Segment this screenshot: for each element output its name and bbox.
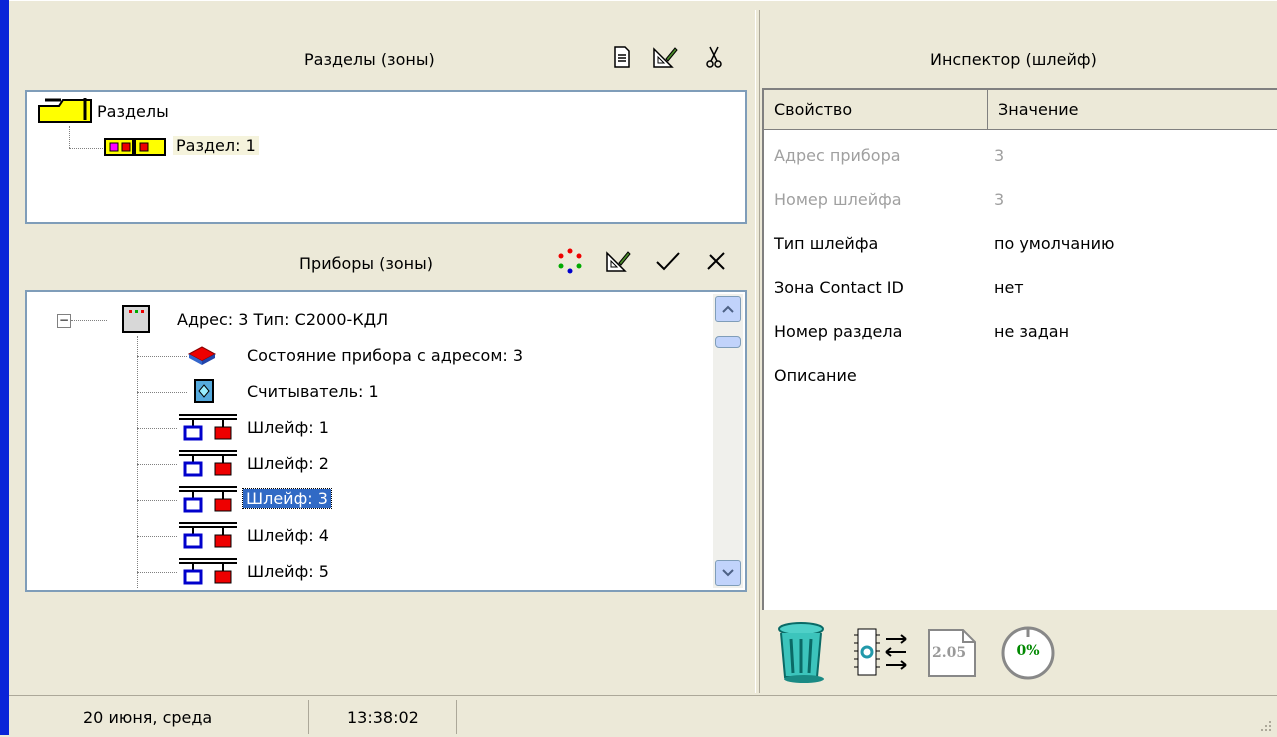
version-file-icon[interactable]: 2.05: [926, 627, 978, 683]
property-name[interactable]: Зона Contact ID: [774, 278, 904, 297]
status-time: 13:38:02: [309, 700, 457, 734]
progress-icon: 0%: [998, 625, 1058, 685]
devices-tree[interactable]: − Адрес: 3 Тип: С2000-КДЛ Состояние приб…: [25, 290, 747, 592]
new-document-icon[interactable]: [609, 44, 635, 70]
tree-line: [137, 572, 177, 573]
property-name[interactable]: Описание: [774, 366, 857, 385]
tree-item[interactable]: Шлейф: 2: [247, 454, 329, 473]
tree-line: [137, 464, 177, 465]
tree-line: [69, 126, 70, 148]
loop-icon: [177, 556, 239, 590]
scroll-up-button[interactable]: [715, 296, 741, 322]
vertical-scrollbar[interactable]: [713, 294, 743, 588]
tree-line: [69, 148, 103, 149]
version-text: 2.05: [932, 645, 967, 661]
property-value[interactable]: по умолчанию: [994, 234, 1114, 253]
tree-item[interactable]: Шлейф: 1: [247, 418, 329, 437]
resize-grip-icon[interactable]: [1259, 718, 1273, 732]
status-date: 20 июня, среда: [9, 700, 309, 734]
tree-line: [137, 392, 187, 393]
property-value[interactable]: нет: [994, 278, 1024, 297]
property-name: Номер шлейфа: [774, 190, 902, 209]
tree-line: [137, 356, 187, 357]
grid-header: Свойство Значение: [764, 90, 1277, 132]
tree-item[interactable]: Шлейф: 5: [247, 562, 329, 581]
scroll-thumb[interactable]: [715, 336, 741, 348]
partitions-root-label[interactable]: Разделы: [97, 102, 169, 121]
device-icon: [121, 304, 151, 338]
inspector-toolbar: 2.05 0%: [760, 615, 1277, 693]
collapse-toggle[interactable]: −: [57, 314, 71, 328]
tree-item[interactable]: Состояние прибора с адресом: 3: [247, 346, 523, 365]
cross-icon[interactable]: [703, 248, 729, 274]
tree-item[interactable]: Шлейф: 4: [247, 526, 329, 545]
property-value: 3: [994, 190, 1005, 209]
partitions-tree[interactable]: Разделы Раздел: 1: [25, 90, 747, 224]
loop-icon: [177, 520, 239, 554]
tree-line: [137, 500, 177, 501]
devices-title: Приборы (зоны): [299, 254, 433, 273]
refresh-cycle-icon[interactable]: [557, 248, 583, 274]
tree-line: [137, 428, 177, 429]
property-name: Адрес прибора: [774, 146, 901, 165]
loop-icon: [177, 412, 239, 446]
property-value: 3: [994, 146, 1005, 165]
partition-item-1[interactable]: Раздел: 1: [173, 136, 259, 155]
edit-ruler-icon[interactable]: [605, 248, 631, 274]
tree-item[interactable]: Считыватель: 1: [247, 382, 379, 401]
loop-icon: [177, 448, 239, 482]
statusbar: 20 июня, среда 13:38:02: [9, 695, 1277, 736]
property-name[interactable]: Тип шлейфа: [774, 234, 878, 253]
tree-item-selected[interactable]: Шлейф: 3: [242, 488, 332, 509]
folder-icon: [37, 96, 93, 128]
column-header-value[interactable]: Значение: [988, 90, 1277, 130]
tree-line: [137, 536, 177, 537]
tree-line: [137, 336, 138, 588]
device-label[interactable]: Адрес: 3 Тип: С2000-КДЛ: [177, 310, 388, 329]
scroll-down-button[interactable]: [715, 560, 741, 586]
inspector-grid[interactable]: Свойство Значение Адрес прибора 3 Номер …: [762, 88, 1277, 610]
reader-icon: [193, 378, 215, 408]
property-name[interactable]: Номер раздела: [774, 322, 902, 341]
trash-icon[interactable]: [774, 621, 828, 689]
left-panel: Разделы (зоны) Разделы Раздел: 1 Приборы…: [9, 10, 755, 693]
checkmark-icon[interactable]: [655, 248, 681, 274]
chip-transfer-icon[interactable]: [852, 627, 910, 681]
loop-icon: [177, 484, 239, 518]
device-state-icon: [187, 342, 217, 372]
window-left-border: [0, 0, 9, 735]
tree-line: [71, 320, 107, 321]
partitions-title: Разделы (зоны): [304, 50, 435, 69]
inspector-title: Инспектор (шлейф): [930, 50, 1097, 69]
partition-icon: [103, 136, 169, 162]
edit-ruler-icon[interactable]: [652, 44, 678, 70]
scissors-icon[interactable]: [701, 44, 727, 70]
property-value[interactable]: не задан: [994, 322, 1069, 341]
progress-text: 0%: [1016, 643, 1040, 659]
column-header-property[interactable]: Свойство: [764, 90, 988, 130]
